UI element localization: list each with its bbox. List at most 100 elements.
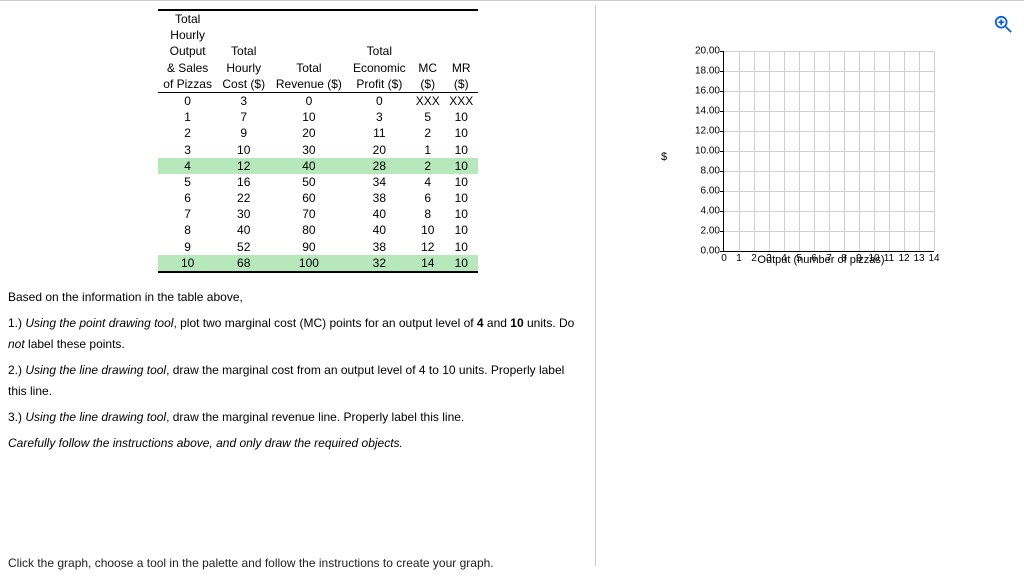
- x-tick-label: 12: [898, 251, 909, 264]
- table-cell: 10: [158, 255, 217, 272]
- magnify-icon[interactable]: [994, 15, 1012, 33]
- x-tick-label: 3: [766, 251, 772, 264]
- y-tick-label: 20.00: [695, 46, 724, 57]
- col-mr: MR($): [444, 10, 478, 92]
- table-row: 7307040810: [158, 206, 478, 222]
- left-pane: TotalHourlyOutput& Salesof Pizzas TotalH…: [0, 1, 595, 576]
- col-mc: MC($): [411, 10, 444, 92]
- chart-grid[interactable]: 0.002.004.006.008.0010.0012.0014.0016.00…: [723, 51, 934, 252]
- x-tick-label: 6: [811, 251, 817, 264]
- bottom-hint: Click the graph, choose a tool in the pa…: [8, 556, 494, 570]
- table-cell: 28: [348, 158, 411, 174]
- table-cell: 20: [270, 125, 347, 141]
- table-cell: XXX: [411, 92, 444, 109]
- table-cell: 80: [270, 222, 347, 238]
- table-cell: 10: [444, 222, 478, 238]
- table-cell: 10: [444, 174, 478, 190]
- table-cell: 50: [270, 174, 347, 190]
- table-cell: 3: [217, 92, 270, 109]
- table-row: 6226038610: [158, 190, 478, 206]
- table-cell: 4: [411, 174, 444, 190]
- right-pane: $ 0.002.004.006.008.0010.0012.0014.0016.…: [596, 1, 1024, 576]
- instr-2: 2.) Using the line drawing tool, draw th…: [8, 360, 577, 401]
- table-cell: 9: [217, 125, 270, 141]
- table-cell: 38: [348, 239, 411, 255]
- table-cell: 70: [270, 206, 347, 222]
- table-row: 3103020110: [158, 142, 478, 158]
- table-cell: 7: [158, 206, 217, 222]
- y-tick-label: 16.00: [695, 86, 724, 97]
- table-cell: 9: [158, 239, 217, 255]
- x-tick-label: 4: [781, 251, 787, 264]
- table-cell: 38: [348, 190, 411, 206]
- table-cell: 3: [348, 109, 411, 125]
- x-tick-label: 8: [841, 251, 847, 264]
- data-table: TotalHourlyOutput& Salesof Pizzas TotalH…: [158, 9, 478, 273]
- col-cost: TotalHourlyCost ($): [217, 10, 270, 92]
- data-table-wrap: TotalHourlyOutput& Salesof Pizzas TotalH…: [158, 9, 478, 273]
- table-cell: 90: [270, 239, 347, 255]
- table-cell: 52: [217, 239, 270, 255]
- x-tick-label: 2: [751, 251, 757, 264]
- y-tick-label: 2.00: [701, 226, 724, 237]
- table-cell: 12: [217, 158, 270, 174]
- table-cell: 7: [217, 109, 270, 125]
- table-cell: 40: [348, 222, 411, 238]
- table-cell: 10: [444, 255, 478, 272]
- y-tick-label: 14.00: [695, 106, 724, 117]
- table-cell: 10: [411, 222, 444, 238]
- col-revenue: TotalRevenue ($): [270, 10, 347, 92]
- x-tick-label: 14: [928, 251, 939, 264]
- x-tick-label: 13: [913, 251, 924, 264]
- table-row: 84080401010: [158, 222, 478, 238]
- instr-1: 1.) Using the point drawing tool, plot t…: [8, 313, 577, 354]
- table-cell: 5: [158, 174, 217, 190]
- table-cell: XXX: [444, 92, 478, 109]
- table-cell: 1: [411, 142, 444, 158]
- table-cell: 1: [158, 109, 217, 125]
- table-cell: 40: [217, 222, 270, 238]
- table-cell: 10: [444, 158, 478, 174]
- x-tick-label: 7: [826, 251, 832, 264]
- y-tick-label: 18.00: [695, 66, 724, 77]
- y-tick-label: 10.00: [695, 146, 724, 157]
- table-cell: 5: [411, 109, 444, 125]
- y-tick-label: 4.00: [701, 206, 724, 217]
- table-cell: 2: [411, 158, 444, 174]
- col-profit: TotalEconomicProfit ($): [348, 10, 411, 92]
- table-row: 1068100321410: [158, 255, 478, 272]
- table-cell: 0: [348, 92, 411, 109]
- table-cell: 3: [158, 142, 217, 158]
- page: TotalHourlyOutput& Salesof Pizzas TotalH…: [0, 0, 1024, 576]
- table-cell: 10: [444, 190, 478, 206]
- table-row: 95290381210: [158, 239, 478, 255]
- table-cell: 30: [217, 206, 270, 222]
- table-cell: 10: [444, 125, 478, 141]
- instr-4: Carefully follow the instructions above,…: [8, 433, 577, 453]
- table-cell: 10: [217, 142, 270, 158]
- table-cell: 14: [411, 255, 444, 272]
- table-cell: 10: [444, 109, 478, 125]
- chart[interactable]: $ 0.002.004.006.008.0010.0012.0014.0016.…: [691, 51, 951, 266]
- x-tick-label: 11: [884, 251, 894, 264]
- x-axis-label: Output (number of pizzas): [691, 254, 951, 266]
- instructions: Based on the information in the table ab…: [8, 287, 587, 454]
- table-cell: 8: [158, 222, 217, 238]
- table-cell: 40: [348, 206, 411, 222]
- table-cell: 2: [411, 125, 444, 141]
- table-cell: 34: [348, 174, 411, 190]
- table-cell: 30: [270, 142, 347, 158]
- table-row: 0300XXXXXX: [158, 92, 478, 109]
- table-cell: 6: [411, 190, 444, 206]
- table-cell: 10: [270, 109, 347, 125]
- table-cell: 0: [158, 92, 217, 109]
- table-cell: 10: [444, 206, 478, 222]
- split-pane: TotalHourlyOutput& Salesof Pizzas TotalH…: [0, 1, 1024, 576]
- x-tick-label: 1: [736, 251, 742, 264]
- table-cell: 10: [444, 239, 478, 255]
- table-cell: 2: [158, 125, 217, 141]
- table-row: 4124028210: [158, 158, 478, 174]
- table-cell: 10: [444, 142, 478, 158]
- table-cell: 100: [270, 255, 347, 272]
- col-output: TotalHourlyOutput& Salesof Pizzas: [158, 10, 217, 92]
